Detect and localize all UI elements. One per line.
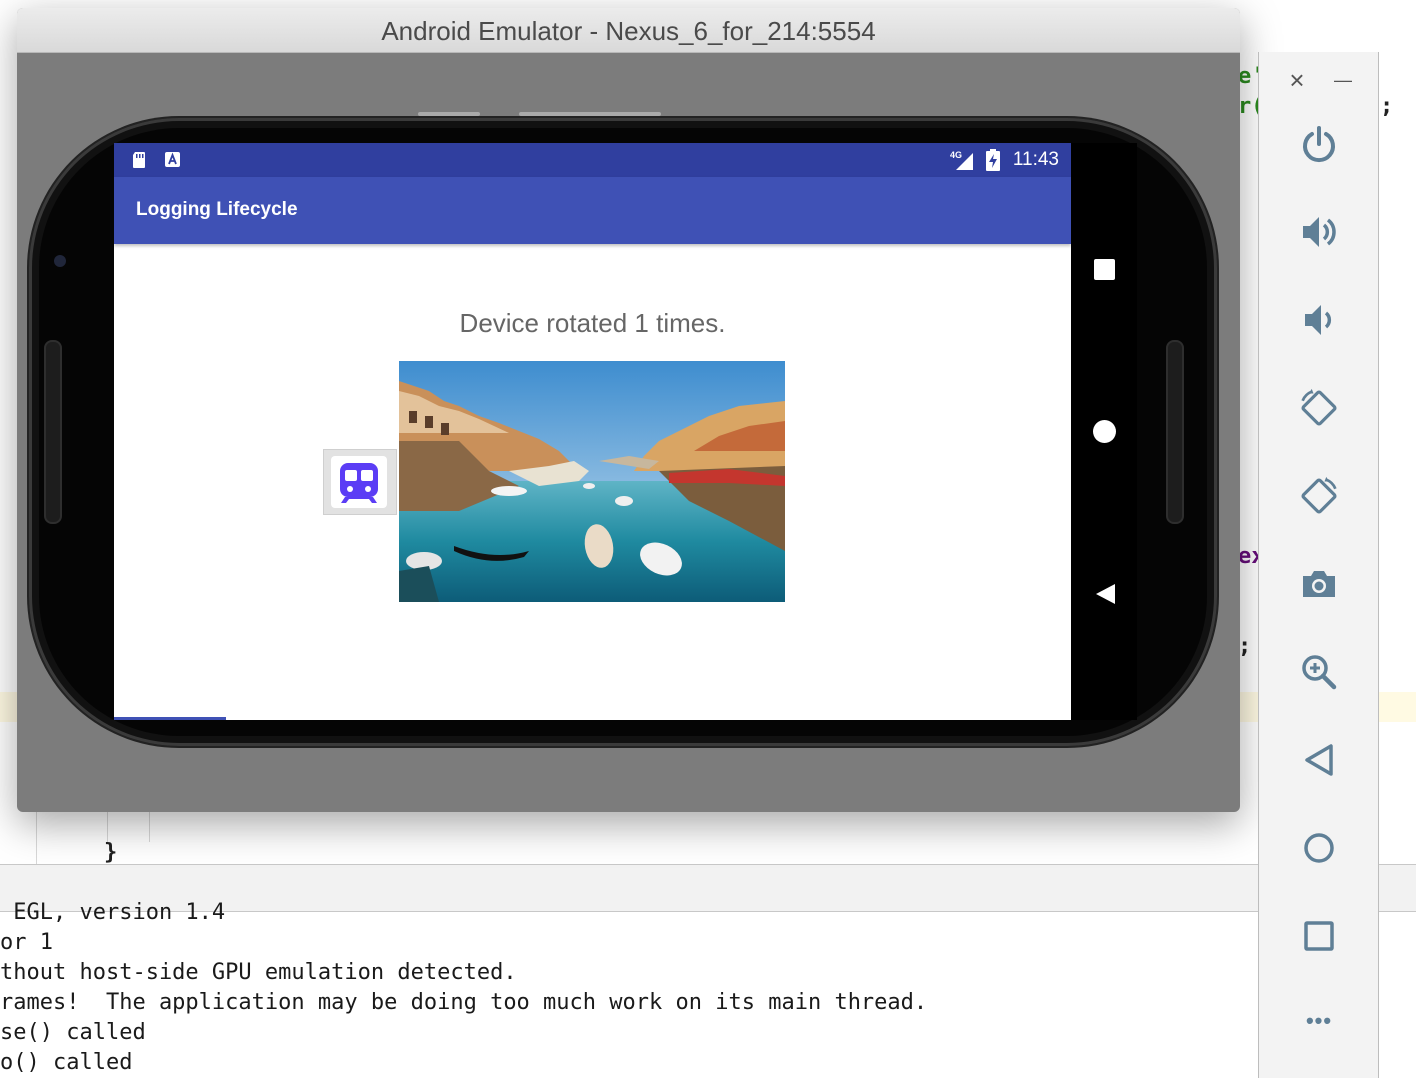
- rotate-right-button[interactable]: [1299, 476, 1339, 516]
- svg-text:4G: 4G: [950, 150, 962, 160]
- console-line: EGL, version 1.4: [0, 900, 226, 925]
- rotate-left-button[interactable]: [1299, 388, 1339, 428]
- power-icon: [1303, 126, 1335, 163]
- code-gutter-line: [36, 812, 37, 864]
- font-a-icon: [165, 152, 180, 167]
- power-button[interactable]: [1299, 124, 1339, 164]
- phone-hardware-button: [519, 112, 661, 116]
- back-button[interactable]: [1299, 740, 1339, 780]
- camera-icon: [1303, 571, 1335, 597]
- console-line: o() called: [0, 1050, 133, 1075]
- console-line: or 1: [0, 930, 53, 955]
- screenshot-button[interactable]: [1299, 564, 1339, 604]
- minimize-button[interactable]: —: [1331, 66, 1355, 94]
- back-triangle-icon: [1305, 744, 1333, 776]
- more-options-button[interactable]: •••: [1289, 1008, 1349, 1038]
- overview-button[interactable]: [1299, 916, 1339, 956]
- console-line: rames! The application may be doing too …: [0, 990, 928, 1015]
- code-gutter-line: [107, 812, 108, 842]
- venice-canal-photo: [399, 361, 785, 602]
- app-title: Logging Lifecycle: [136, 199, 298, 220]
- rotate-left-icon: [1301, 388, 1337, 426]
- console-line: se() called: [0, 1020, 146, 1045]
- home-button[interactable]: [1299, 828, 1339, 868]
- volume-up-icon: [1303, 217, 1336, 247]
- rotation-count-text: Device rotated 1 times.: [459, 308, 726, 338]
- rotate-right-icon: [1301, 476, 1337, 514]
- phone-hardware-button: [418, 112, 480, 116]
- canal-scene-image: [399, 361, 785, 602]
- app-bar: Logging Lifecycle: [114, 177, 1071, 244]
- recents-nav-button[interactable]: [1094, 259, 1115, 280]
- train-icon: [340, 463, 378, 503]
- phone-speaker-left: [44, 340, 62, 524]
- code-fragment: ;: [1380, 94, 1394, 119]
- console-line: thout host-side GPU emulation detected.: [0, 960, 517, 985]
- window-title: Android Emulator - Nexus_6_for_214:5554: [381, 16, 876, 46]
- sd-card-icon: [133, 152, 145, 168]
- status-bar: 4G 11:43: [114, 143, 1071, 177]
- transit-image-button[interactable]: [323, 449, 397, 515]
- volume-up-button[interactable]: [1299, 212, 1339, 252]
- front-camera: [54, 255, 66, 267]
- code-gutter-line: [149, 812, 150, 842]
- close-button[interactable]: ×: [1285, 66, 1309, 94]
- emulator-side-toolbar: × — •••: [1258, 52, 1379, 1078]
- battery-charging-icon: [986, 149, 1000, 171]
- emulator-titlebar[interactable]: Android Emulator - Nexus_6_for_214:5554: [17, 8, 1240, 53]
- volume-down-button[interactable]: [1299, 300, 1339, 340]
- bottom-progress-indicator: [114, 717, 226, 720]
- status-time: 11:43: [1012, 149, 1059, 170]
- zoom-button[interactable]: [1299, 652, 1339, 692]
- home-circle-icon: [1304, 833, 1334, 863]
- overview-square-icon: [1304, 921, 1334, 951]
- volume-down-icon: [1305, 305, 1332, 335]
- signal-4g-icon: 4G: [950, 150, 973, 170]
- phone-speaker-right: [1166, 340, 1184, 524]
- console-output: EGL, version 1.4 or 1 thout host-side GP…: [0, 898, 1258, 1078]
- device-screen: 4G 11:43 Logging Lifecycle Device rotate…: [114, 143, 1071, 720]
- zoom-in-icon: [1302, 655, 1337, 690]
- home-nav-button[interactable]: [1093, 420, 1116, 443]
- back-nav-button[interactable]: [1093, 582, 1117, 606]
